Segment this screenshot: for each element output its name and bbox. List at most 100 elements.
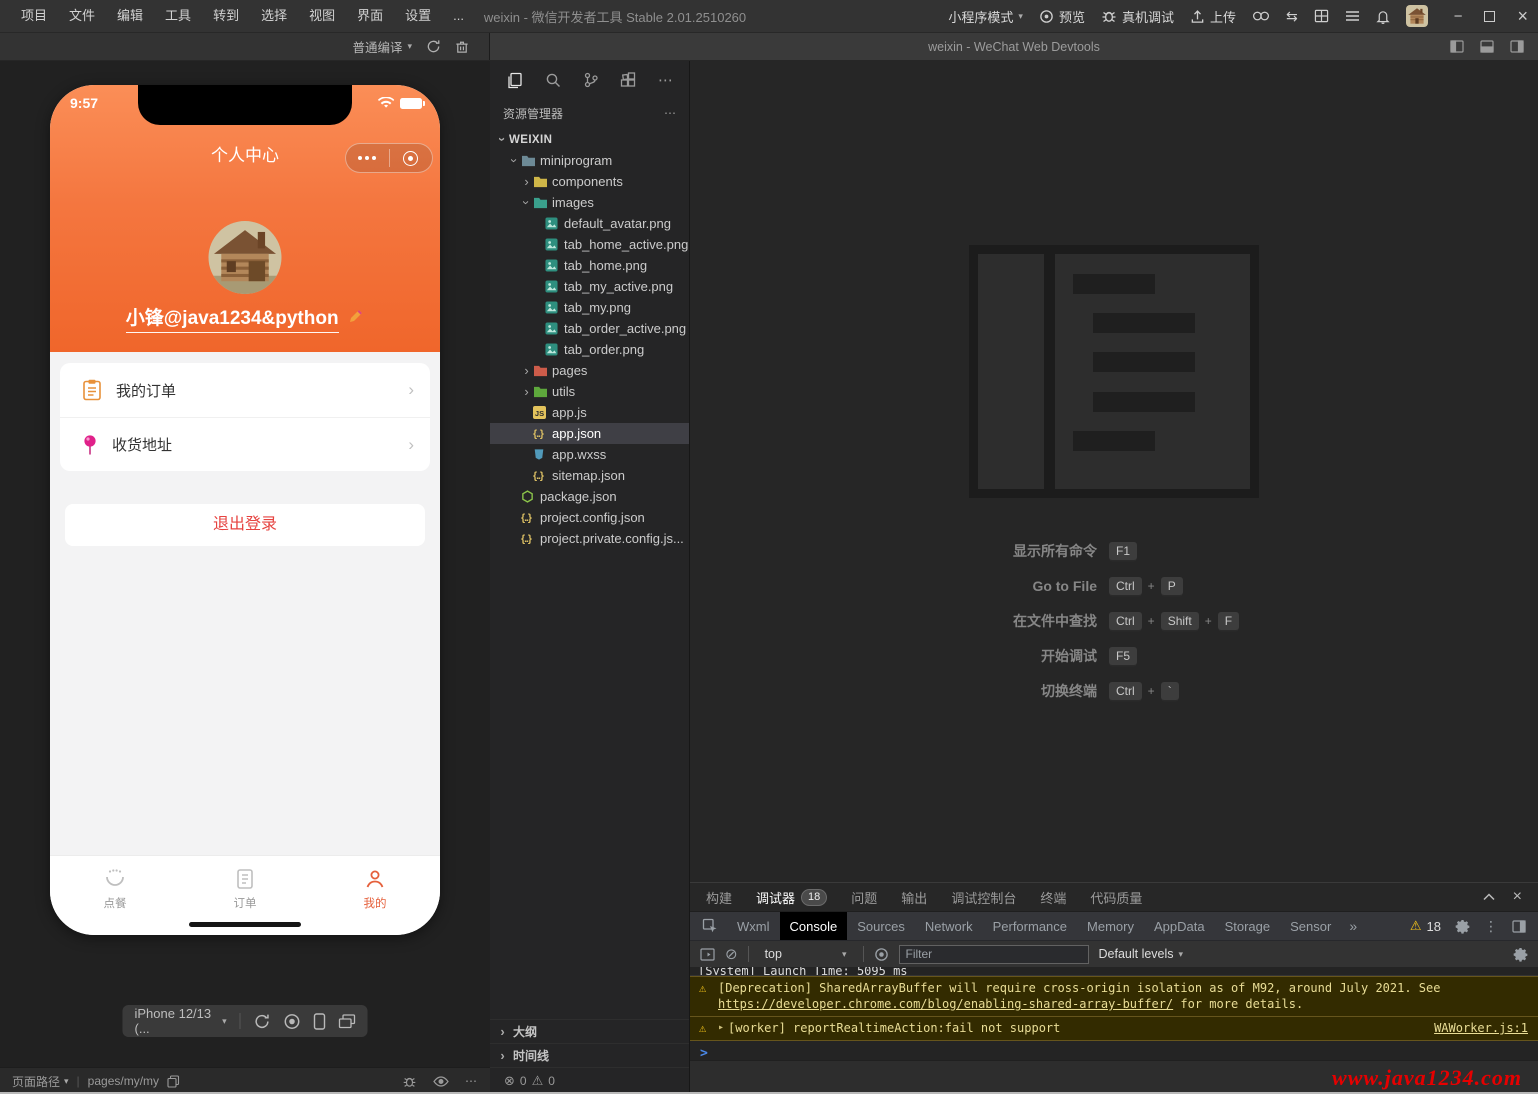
warning-link[interactable]: https://developer.chrome.com/blog/enabli… <box>718 997 1173 1011</box>
panel-tab-输出[interactable]: 输出 <box>901 888 927 907</box>
switch-branch-icon[interactable]: ⇆ <box>1286 8 1298 25</box>
devtools-tab-sensor[interactable]: Sensor <box>1280 912 1341 940</box>
debug-bug-icon[interactable] <box>402 1074 417 1089</box>
console-prompt[interactable]: > <box>690 1041 1538 1060</box>
context-select[interactable]: top ▾ <box>759 947 853 961</box>
tab-我的[interactable]: 我的 <box>310 856 440 935</box>
mode-select[interactable]: 小程序模式 ▾ <box>948 7 1023 26</box>
device-frame-button[interactable] <box>313 1012 326 1030</box>
tree-item-images[interactable]: › images <box>490 192 689 213</box>
home-indicator[interactable] <box>189 922 301 927</box>
files-icon[interactable] <box>506 72 523 89</box>
user-avatar[interactable] <box>1405 5 1428 27</box>
tree-item-pages[interactable]: › pages <box>490 360 689 381</box>
tab-点餐[interactable]: 点餐 <box>50 856 180 935</box>
menu-工具[interactable]: 工具 <box>154 0 202 32</box>
settings-gear-icon[interactable] <box>1455 919 1470 934</box>
tree-item-app.json[interactable]: {..} app.json <box>490 423 689 444</box>
link-icon[interactable] <box>1252 10 1270 22</box>
tree-item-tab_my.png[interactable]: tab_my.png <box>490 297 689 318</box>
tree-item-project.private.config.js...[interactable]: {..} project.private.config.js... <box>490 528 689 549</box>
close-panel-icon[interactable]: × <box>1513 888 1522 906</box>
timeline-section[interactable]: › 时间线 <box>490 1043 689 1067</box>
console-settings-gear-icon[interactable] <box>1513 947 1528 962</box>
log-levels-select[interactable]: Default levels ▾ <box>1099 947 1184 961</box>
panel-tab-调试控制台[interactable]: 调试控制台 <box>951 888 1016 907</box>
my-orders-item[interactable]: 我的订单 › <box>60 363 430 417</box>
source-link[interactable]: WAWorker.js:1 <box>1434 1020 1528 1036</box>
logout-button[interactable]: 退出登录 <box>65 504 425 546</box>
devtools-tab-sources[interactable]: Sources <box>847 912 915 940</box>
more-views-icon[interactable]: ⋯ <box>658 71 673 89</box>
panel-tab-代码质量[interactable]: 代码质量 <box>1090 888 1142 907</box>
explorer-more-icon[interactable]: ⋯ <box>664 106 676 120</box>
record-button[interactable] <box>284 1013 301 1030</box>
tree-item-miniprogram[interactable]: › miniprogram <box>490 150 689 171</box>
collapse-panel-icon[interactable] <box>1483 893 1495 901</box>
user-avatar[interactable] <box>208 221 282 294</box>
tree-item-components[interactable]: › components <box>490 171 689 192</box>
menu-icon[interactable] <box>1345 10 1360 22</box>
visible-eye-icon[interactable] <box>433 1075 449 1087</box>
devtools-tab-network[interactable]: Network <box>915 912 983 940</box>
tree-item-tab_home.png[interactable]: tab_home.png <box>490 255 689 276</box>
panel-tab-终端[interactable]: 终端 <box>1040 888 1066 907</box>
menu-项目[interactable]: 项目 <box>10 0 58 32</box>
menu-文件[interactable]: 文件 <box>58 0 106 32</box>
copy-path-icon[interactable] <box>167 1074 180 1088</box>
devtools-tab-memory[interactable]: Memory <box>1077 912 1144 940</box>
tree-item-app.js[interactable]: JS app.js <box>490 402 689 423</box>
notification-bell-icon[interactable] <box>1376 9 1390 24</box>
kebab-menu-icon[interactable]: ⋮ <box>1484 918 1498 935</box>
tree-item-project.config.json[interactable]: {..} project.config.json <box>490 507 689 528</box>
clear-cache-icon[interactable] <box>455 39 469 54</box>
tree-item-package.json[interactable]: package.json <box>490 486 689 507</box>
menu-转到[interactable]: 转到 <box>202 0 250 32</box>
layout-grid-icon[interactable] <box>1314 9 1329 23</box>
clear-console-icon[interactable]: ⊘ <box>725 945 738 963</box>
live-expression-eye-icon[interactable] <box>874 947 889 962</box>
tree-item-app.wxss[interactable]: app.wxss <box>490 444 689 465</box>
devtools-tab-performance[interactable]: Performance <box>983 912 1077 940</box>
tree-item-tab_order_active.png[interactable]: tab_order_active.png <box>490 318 689 339</box>
tree-item-default_avatar.png[interactable]: default_avatar.png <box>490 213 689 234</box>
dock-right-icon[interactable] <box>1510 40 1524 53</box>
panel-tab-问题[interactable]: 问题 <box>851 888 877 907</box>
recompile-icon[interactable] <box>426 39 441 54</box>
extensions-icon[interactable] <box>620 72 636 88</box>
menu-视图[interactable]: 视图 <box>298 0 346 32</box>
menu-选择[interactable]: 选择 <box>250 0 298 32</box>
menu-设置[interactable]: 设置 <box>394 0 442 32</box>
tree-item-tab_home_active.png[interactable]: tab_home_active.png <box>490 234 689 255</box>
more-options-icon[interactable]: ⋯ <box>465 1074 478 1088</box>
menu-界面[interactable]: 界面 <box>346 0 394 32</box>
console-sidebar-icon[interactable] <box>700 947 715 961</box>
username-row[interactable]: 小锋@java1234&python <box>50 303 440 333</box>
compile-mode-select[interactable]: 普通编译 ▾ <box>352 37 412 56</box>
devtools-tab-appdata[interactable]: AppData <box>1144 912 1215 940</box>
menu-...[interactable]: ... <box>442 0 475 32</box>
problems-status[interactable]: ⊗ 0 ⚠ 0 <box>490 1067 689 1094</box>
tree-item-WEIXIN[interactable]: › WEIXIN <box>490 129 689 150</box>
tree-item-tab_my_active.png[interactable]: tab_my_active.png <box>490 276 689 297</box>
outline-section[interactable]: › 大纲 <box>490 1019 689 1043</box>
panel-tab-调试器[interactable]: 调试器 18 <box>756 888 828 907</box>
tree-item-sitemap.json[interactable]: {..} sitemap.json <box>490 465 689 486</box>
inspect-element-icon[interactable] <box>690 918 727 934</box>
more-menu-button[interactable] <box>346 144 389 172</box>
dock-bottom-icon[interactable] <box>1480 40 1494 53</box>
devtools-tab-storage[interactable]: Storage <box>1215 912 1281 940</box>
device-select[interactable]: iPhone 12/13 (... ▾ <box>135 1006 227 1036</box>
remote-debug-button[interactable]: 真机调试 <box>1101 7 1174 26</box>
expand-arrow-icon[interactable]: ▸ <box>718 1020 724 1036</box>
upload-button[interactable]: 上传 <box>1190 7 1236 26</box>
search-icon[interactable] <box>545 72 561 88</box>
panel-tab-构建[interactable]: 构建 <box>706 888 732 907</box>
more-tabs-icon[interactable]: » <box>1341 918 1365 934</box>
maximize-button[interactable] <box>1484 10 1496 22</box>
address-item[interactable]: 收货地址 › <box>60 417 430 471</box>
tree-item-tab_order.png[interactable]: tab_order.png <box>490 339 689 360</box>
page-path-select[interactable]: 页面路径 ▾ <box>12 1073 69 1090</box>
refresh-button[interactable] <box>254 1013 271 1030</box>
multi-window-button[interactable] <box>338 1013 356 1029</box>
